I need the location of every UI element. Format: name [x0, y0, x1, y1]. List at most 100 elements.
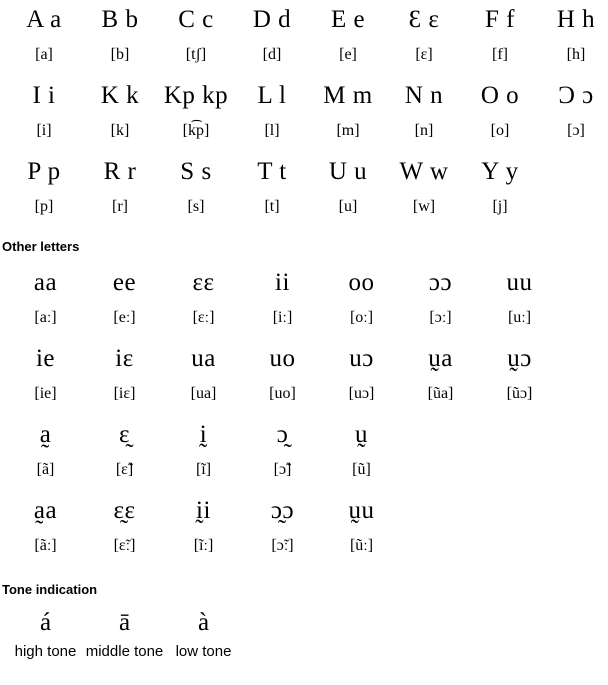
other-ipa: [uɔ]: [348, 385, 375, 402]
alphabet-letter: I i: [32, 82, 56, 109]
nasal-short-row-ipa: [ã] [ɛ̃] [ĩ] [ɔ̃] [ũ]: [0, 455, 608, 485]
alphabet-ipa: [tʃ]: [185, 46, 207, 63]
other-ipa: [ũɔ]: [506, 385, 533, 402]
alphabet-ipa: [a]: [35, 46, 53, 63]
alphabet-letter: M m: [323, 82, 373, 109]
other-letter: aa: [33, 269, 58, 296]
alphabet-letter: C c: [178, 6, 214, 33]
alphabet-section: A a B b C c D d E e Ɛ ɛ F f H h [a] [b] …: [0, 0, 608, 222]
other-letter: ɛɛ: [192, 269, 215, 296]
tone-label: middle tone: [85, 643, 164, 660]
nasal-ipa: [ãː]: [34, 537, 57, 554]
other-ipa: [eː]: [113, 309, 136, 326]
nasal-ipa: [ɔ̃ː]: [271, 537, 294, 554]
alphabet-chart: A a B b C c D d E e Ɛ ɛ F f H h [a] [b] …: [0, 0, 608, 663]
tone-mark: ā: [118, 609, 131, 636]
alphabet-ipa: [e]: [339, 46, 357, 63]
other-letter: ua: [191, 345, 216, 372]
alphabet-ipa: [ɔ]: [567, 122, 585, 139]
alphabet-letter: K k: [100, 82, 140, 109]
alphabet-ipa: [h]: [566, 46, 586, 63]
other-ipa: [ɔː]: [429, 309, 452, 326]
alphabet-letter: F f: [485, 6, 515, 33]
alphabet-letter: N n: [404, 82, 444, 109]
nasal-long-row-ipa: [ãː] [ɛ̃ː] [ĩː] [ɔ̃ː] [ũː]: [0, 531, 608, 561]
alphabet-ipa: [ɛ]: [415, 46, 433, 63]
alphabet-letter: E e: [330, 6, 366, 33]
tone-label: low tone: [175, 643, 232, 660]
other-letter: ṵɔ: [507, 345, 532, 372]
nasal-letter: ɛ̰: [119, 421, 130, 448]
nasal-letter: ḭ: [199, 421, 208, 448]
alphabet-letter: R r: [103, 158, 137, 185]
tone-row-marks: á ā à: [0, 606, 608, 640]
alphabet-row-ipa: [p] [r] [s] [t] [u] [w] [j]: [0, 192, 608, 222]
other-letter: ee: [112, 269, 137, 296]
alphabet-letter: Ɔ ɔ: [558, 82, 594, 109]
nasal-letter: a̰: [39, 421, 52, 448]
other-letters-row-ipa: [ie] [iɛ] [ua] [uo] [uɔ] [ũa] [ũɔ]: [0, 379, 608, 409]
alphabet-ipa: [n]: [414, 122, 434, 139]
alphabet-letter: B b: [101, 6, 139, 33]
other-ipa: [uo]: [269, 385, 296, 402]
alphabet-ipa: [p]: [34, 198, 54, 215]
alphabet-letter: L l: [257, 82, 287, 109]
other-ipa: [aː]: [34, 309, 57, 326]
nasal-ipa: [ã]: [36, 461, 55, 478]
alphabet-letter: W w: [399, 158, 449, 185]
alphabet-ipa: [u]: [338, 198, 358, 215]
tone-indication-section: Tone indication á ā à high tone middle t…: [0, 583, 608, 663]
other-ipa: [iɛ]: [113, 385, 136, 402]
alphabet-row-letters: A a B b C c D d E e Ɛ ɛ F f H h: [0, 0, 608, 40]
nasal-letter: ṵ: [355, 421, 368, 448]
alphabet-letter: U u: [328, 158, 368, 185]
alphabet-ipa: [w]: [412, 198, 436, 215]
other-letter: ṵa: [428, 345, 453, 372]
nasal-letter: ḭi: [196, 497, 211, 524]
nasal-ipa: [ɔ̃]: [273, 461, 292, 478]
alphabet-letter: O o: [480, 82, 520, 109]
alphabet-letter: Kp kp: [163, 82, 229, 109]
alphabet-letter: D d: [252, 6, 292, 33]
nasal-ipa: [ũː]: [349, 537, 374, 554]
alphabet-letter: Y y: [481, 158, 519, 185]
other-ipa: [uː]: [507, 309, 532, 326]
alphabet-ipa-empty: [538, 192, 608, 222]
other-letters-row-letters: aa ee ɛɛ ii oo ɔɔ uu: [0, 263, 608, 303]
alphabet-letter: P p: [27, 158, 61, 185]
other-ipa: [ie]: [34, 385, 57, 402]
other-letter: ii: [275, 269, 290, 296]
alphabet-ipa: [k]: [110, 122, 130, 139]
alphabet-letter: A a: [26, 6, 62, 33]
alphabet-ipa: [s]: [187, 198, 205, 215]
alphabet-letter: T t: [257, 158, 287, 185]
other-letter: uo: [269, 345, 296, 372]
nasal-letter: a̰a: [33, 497, 58, 524]
other-ipa: [ua]: [190, 385, 217, 402]
other-ipa: [ũa]: [427, 385, 454, 402]
tone-label: high tone: [14, 643, 77, 660]
alphabet-ipa: [t]: [264, 198, 280, 215]
alphabet-letter: Ɛ ɛ: [408, 6, 440, 33]
alphabet-row-ipa: [a] [b] [tʃ] [d] [e] [ɛ] [f] [h]: [0, 40, 608, 70]
nasal-ipa: [ĩ]: [195, 461, 212, 478]
other-letters-heading: Other letters: [2, 239, 80, 254]
nasal-ipa: [ɛ̃]: [115, 461, 134, 478]
other-letter: ɔɔ: [428, 269, 453, 296]
other-ipa: [iː]: [272, 309, 293, 326]
other-letter: uu: [506, 269, 533, 296]
nasal-short-row-letters: a̰ ɛ̰ ḭ ɔ̰ ṵ: [0, 415, 608, 455]
nasal-ipa: [ũ]: [352, 461, 371, 478]
nasal-letter: ɔ̰ɔ: [270, 497, 295, 524]
alphabet-ipa: [b]: [110, 46, 130, 63]
nasal-letter: ṵu: [348, 497, 375, 524]
alphabet-letter: H h: [556, 6, 596, 33]
other-letter: uɔ: [349, 345, 374, 372]
tone-row-labels: high tone middle tone low tone: [0, 640, 608, 663]
other-letters-row-letters: ie iɛ ua uo uɔ ṵa ṵɔ: [0, 339, 608, 379]
alphabet-letter: S s: [180, 158, 212, 185]
other-ipa: [ɛː]: [192, 309, 215, 326]
alphabet-ipa: [k͡p]: [182, 122, 210, 139]
alphabet-letter-empty: [538, 152, 608, 192]
nasal-ipa: [ĩː]: [193, 537, 214, 554]
